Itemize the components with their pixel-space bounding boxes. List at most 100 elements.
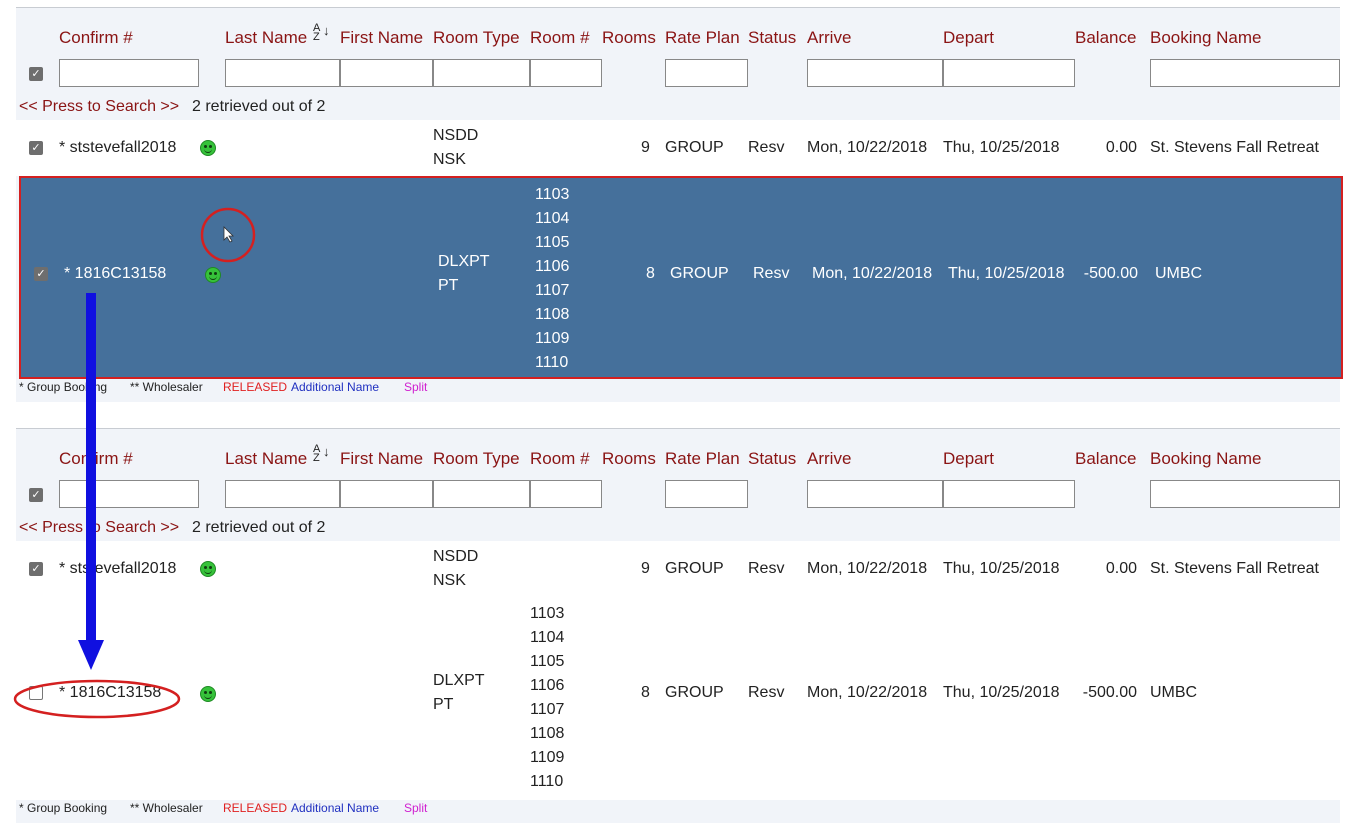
room-number: 1105 [535, 234, 570, 251]
legend-wholesaler: ** Wholesaler [130, 801, 203, 815]
col-header-room-type[interactable]: Room Type [433, 28, 520, 48]
filter-depart-input[interactable] [943, 480, 1075, 508]
sort-arrow-down-icon[interactable]: ↓ [323, 24, 330, 37]
room-number-list: 1103 1104 1105 1106 1107 1108 1109 1110 [535, 183, 569, 375]
press-to-search-link[interactable]: << Press to Search >> [19, 519, 179, 537]
rooms-count: 9 [641, 560, 650, 577]
depart-date: Thu, 10/25/2018 [943, 560, 1060, 577]
col-header-rate-plan[interactable]: Rate Plan [665, 449, 740, 469]
balance: -500.00 [1083, 265, 1138, 282]
smiley-status-icon [200, 686, 216, 702]
confirm-number[interactable]: * 1816C13158 [64, 262, 166, 286]
col-header-room-type[interactable]: Room Type [433, 449, 520, 469]
col-header-confirm[interactable]: Confirm # [59, 449, 133, 469]
room-number: 1106 [530, 677, 565, 694]
rate-plan: GROUP [665, 684, 724, 701]
filter-rate-plan-input[interactable] [665, 480, 748, 508]
col-header-last-name[interactable]: Last Name [225, 449, 307, 469]
filter-room-type-input[interactable] [433, 59, 530, 87]
room-number: 1104 [530, 629, 565, 646]
col-header-last-name[interactable]: Last Name [225, 28, 307, 48]
confirm-number[interactable]: * 1816C13158 [59, 681, 161, 705]
col-header-rate-plan[interactable]: Rate Plan [665, 28, 740, 48]
filter-first-name-input[interactable] [340, 480, 433, 508]
reservation-grid-panel-after: Confirm # Last Name AZ ↓ First Name Room… [16, 428, 1340, 823]
rate-plan: GROUP [670, 265, 729, 282]
filter-arrive-input[interactable] [807, 59, 943, 87]
col-header-room-number[interactable]: Room # [530, 449, 590, 469]
col-header-balance[interactable]: Balance [1075, 28, 1136, 48]
arrive-date: Mon, 10/22/2018 [807, 139, 928, 156]
col-header-room-number[interactable]: Room # [530, 28, 590, 48]
press-to-search-link[interactable]: << Press to Search >> [19, 98, 179, 116]
filter-booking-name-input[interactable] [1150, 480, 1340, 508]
filter-arrive-input[interactable] [807, 480, 943, 508]
col-header-depart[interactable]: Depart [943, 28, 994, 48]
select-all-checkbox[interactable]: ✓ [29, 488, 43, 502]
col-header-rooms[interactable]: Rooms [602, 449, 656, 469]
row-checkbox[interactable]: ✓ [34, 267, 48, 281]
table-row[interactable]: * 1816C13158 DLXPT PT 1103 1104 1105 110… [16, 597, 1340, 800]
legend-additional-name: Additional Name [291, 801, 380, 815]
filter-first-name-input[interactable] [340, 59, 433, 87]
filter-confirm-input[interactable] [59, 59, 199, 87]
rate-plan: GROUP [665, 560, 724, 577]
row-checkbox[interactable]: ✓ [29, 562, 43, 576]
room-number: 1108 [530, 725, 565, 742]
rooms-count: 8 [646, 265, 655, 282]
col-header-confirm[interactable]: Confirm # [59, 28, 133, 48]
filter-room-type-input[interactable] [433, 480, 530, 508]
room-number: 1105 [530, 653, 565, 670]
arrive-date: Mon, 10/22/2018 [807, 560, 928, 577]
col-header-booking-name[interactable]: Booking Name [1150, 28, 1262, 48]
balance: 0.00 [1105, 139, 1137, 156]
room-number: 1104 [535, 210, 570, 227]
room-number: 1106 [535, 258, 570, 275]
confirm-number[interactable]: * ststevefall2018 [59, 136, 176, 160]
filter-room-number-input[interactable] [530, 480, 602, 508]
filter-room-number-input[interactable] [530, 59, 602, 87]
col-header-first-name[interactable]: First Name [340, 449, 423, 469]
filter-last-name-input[interactable] [225, 59, 340, 87]
room-number: 1107 [530, 701, 565, 718]
col-header-depart[interactable]: Depart [943, 449, 994, 469]
filter-depart-input[interactable] [943, 59, 1075, 87]
table-row[interactable]: ✓ * ststevefall2018 NSDD NSK 9 GROUP Res… [16, 120, 1340, 176]
depart-date: Thu, 10/25/2018 [943, 684, 1060, 701]
legend-group-booking: * Group Booking [19, 801, 108, 815]
room-type: NSK [433, 572, 466, 589]
confirm-number[interactable]: * ststevefall2018 [59, 557, 176, 581]
sort-az-icon[interactable]: AZ [313, 23, 320, 43]
filter-rate-plan-input[interactable] [665, 59, 748, 87]
col-header-first-name[interactable]: First Name [340, 28, 423, 48]
table-row[interactable]: ✓ * ststevefall2018 NSDD NSK 9 GROUP Res… [16, 541, 1340, 597]
sort-arrow-down-icon[interactable]: ↓ [323, 445, 330, 458]
room-type: NSDD [433, 548, 479, 565]
col-header-status[interactable]: Status [748, 28, 796, 48]
legend-additional-name: Additional Name [291, 380, 380, 394]
status: Resv [748, 139, 785, 156]
col-header-balance[interactable]: Balance [1075, 449, 1136, 469]
booking-name: St. Stevens Fall Retreat [1150, 560, 1319, 577]
filter-last-name-input[interactable] [225, 480, 340, 508]
room-number-list: 1103 1104 1105 1106 1107 1108 1109 1110 [530, 602, 564, 794]
filter-confirm-input[interactable] [59, 480, 199, 508]
sort-az-icon[interactable]: AZ [313, 444, 320, 464]
row-checkbox[interactable] [29, 686, 43, 700]
col-header-arrive[interactable]: Arrive [807, 28, 851, 48]
col-header-rooms[interactable]: Rooms [602, 28, 656, 48]
legend-wholesaler: ** Wholesaler [130, 380, 203, 394]
select-all-checkbox[interactable]: ✓ [29, 67, 43, 81]
rate-plan: GROUP [665, 139, 724, 156]
status: Resv [748, 684, 785, 701]
row-checkbox[interactable]: ✓ [29, 141, 43, 155]
room-number: 1107 [535, 282, 570, 299]
legend-released: RELEASED [223, 380, 288, 394]
table-row[interactable]: ✓ * 1816C13158 DLXPT PT 1103 1104 1105 1… [19, 176, 1343, 379]
filter-booking-name-input[interactable] [1150, 59, 1340, 87]
room-type: DLXPT [438, 253, 490, 270]
booking-name: UMBC [1150, 684, 1198, 701]
col-header-booking-name[interactable]: Booking Name [1150, 449, 1262, 469]
col-header-status[interactable]: Status [748, 449, 796, 469]
col-header-arrive[interactable]: Arrive [807, 449, 851, 469]
